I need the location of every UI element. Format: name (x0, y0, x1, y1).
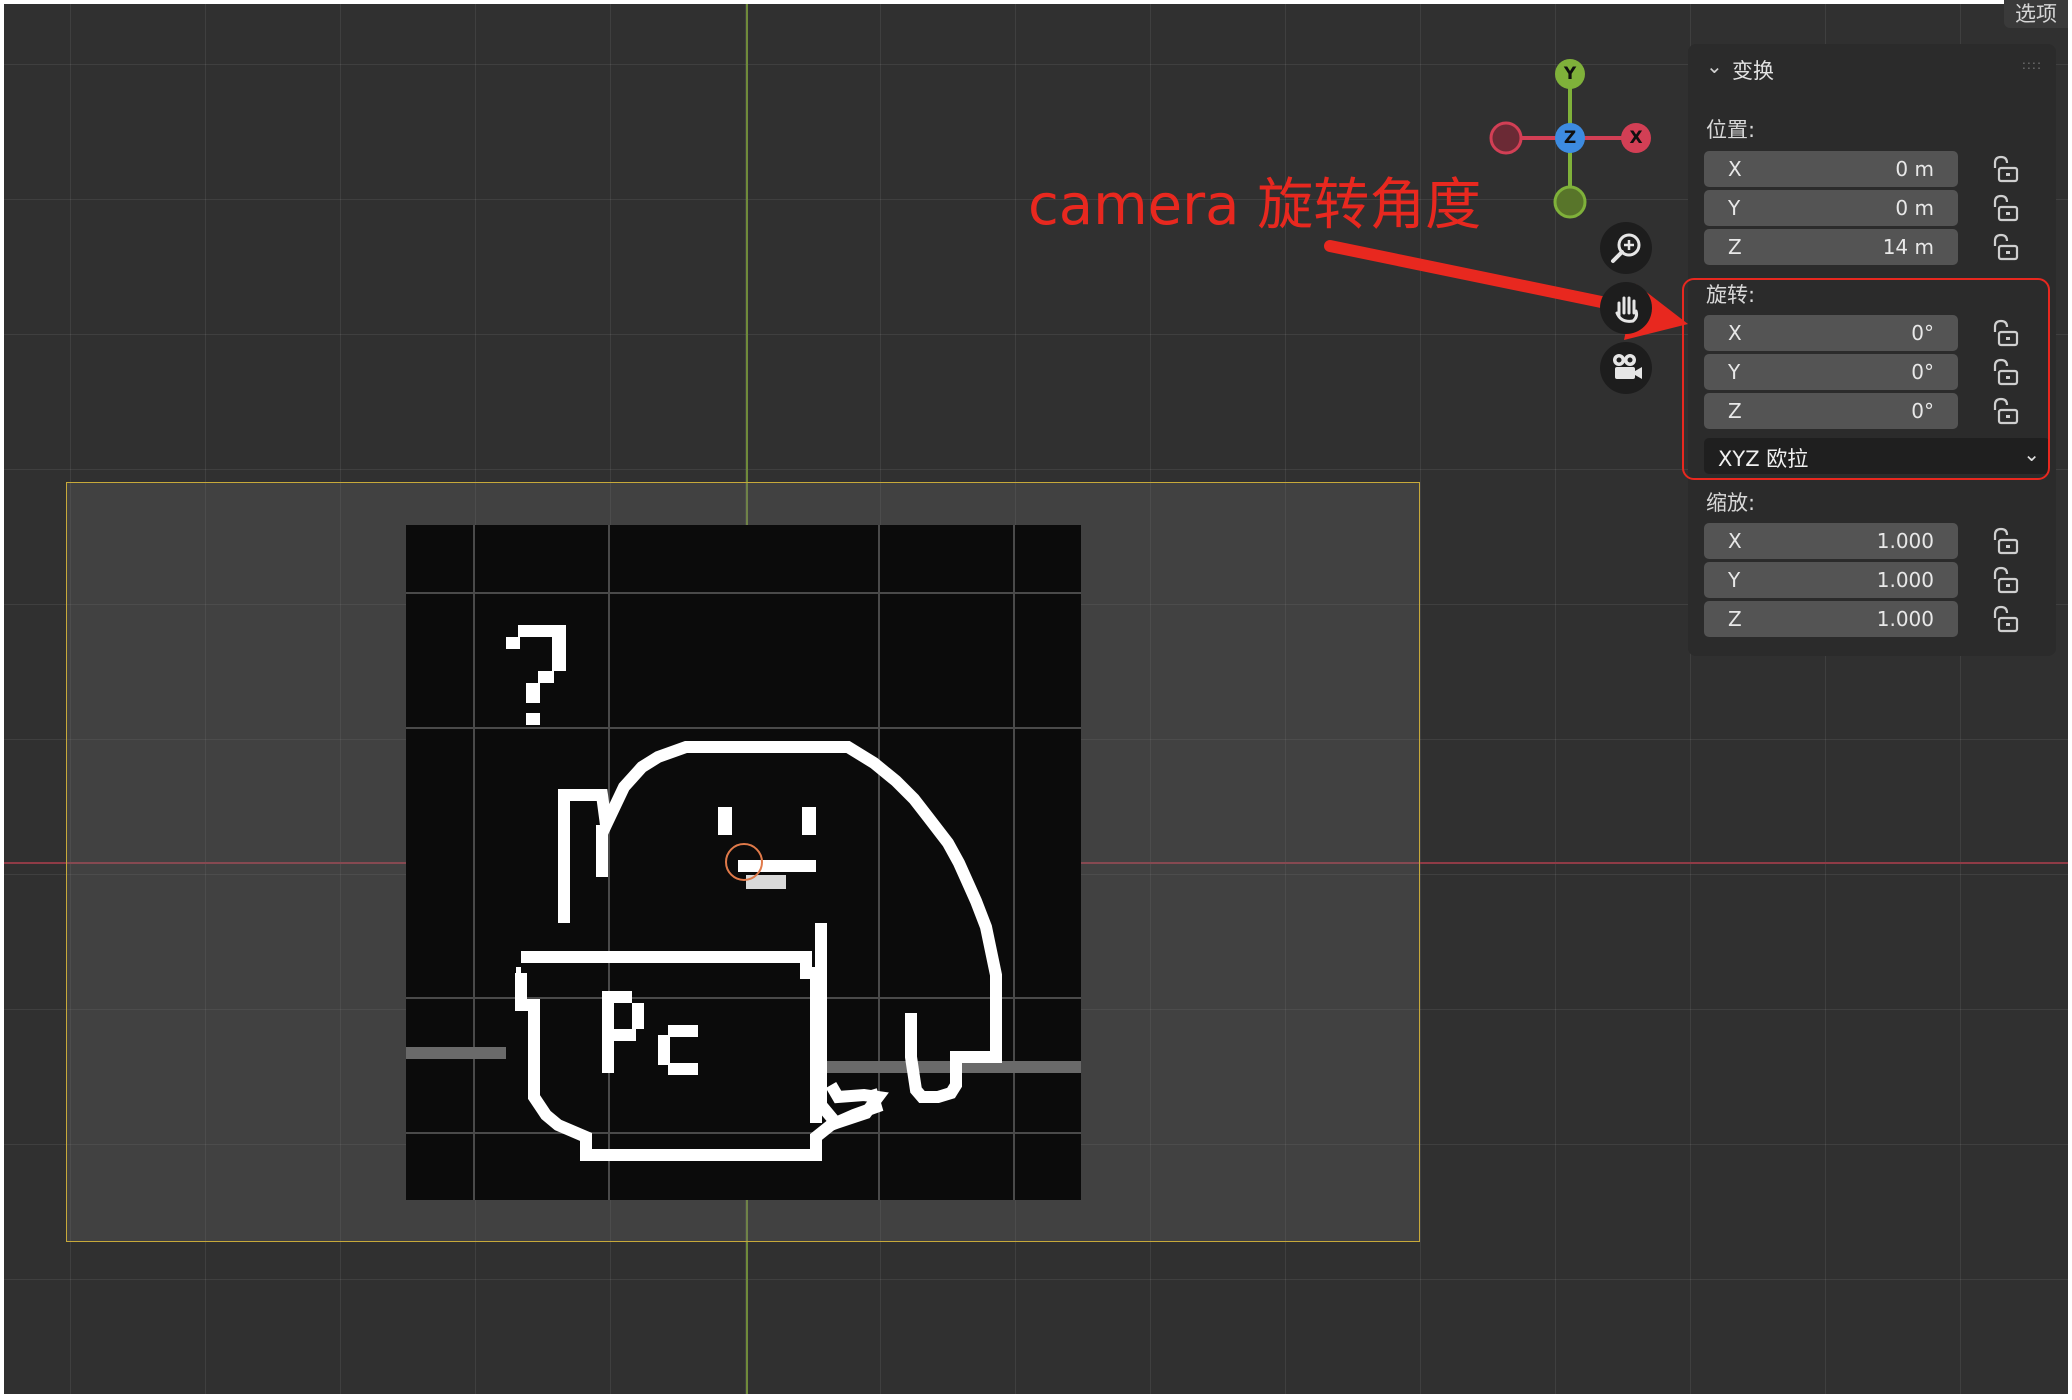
location-z-field[interactable]: Z 14 m (1704, 229, 1958, 265)
cup-letters (602, 991, 698, 1075)
rotation-mode-select[interactable]: XYZ 欧拉 ⌄ (1704, 438, 2050, 474)
transform-panel: ⌄ 变换 :::: 位置: X 0 m Y 0 m Z 14 m 旋转: X 0… (1688, 44, 2056, 656)
scale-y-field[interactable]: Y 1.000 (1704, 562, 1958, 598)
zoom-icon (1611, 233, 1641, 263)
chevron-down-icon: ⌄ (1706, 54, 1723, 78)
rotation-y-field[interactable]: Y 0° (1704, 354, 1958, 390)
rotation-z-field[interactable]: Z 0° (1704, 393, 1958, 429)
lock-icon[interactable] (1990, 526, 2020, 556)
scale-x-field[interactable]: X 1.000 (1704, 523, 1958, 559)
scale-label: 缩放: (1706, 491, 1756, 515)
lock-icon[interactable] (1990, 565, 2020, 595)
lock-icon[interactable] (1990, 604, 2020, 634)
camera-view-button[interactable] (1600, 342, 1652, 394)
location-y-field[interactable]: Y 0 m (1704, 190, 1958, 226)
lock-icon[interactable] (1990, 357, 2020, 387)
drag-handle-icon[interactable]: :::: (2022, 58, 2042, 72)
navigation-gizmo[interactable]: Y Z X (1480, 50, 1680, 230)
rotation-label: 旋转: (1706, 283, 1756, 307)
lock-icon[interactable] (1990, 154, 2020, 184)
options-tab[interactable]: 选项 (2004, 0, 2068, 28)
panel-title: 变换 (1732, 59, 1774, 83)
lock-icon[interactable] (1990, 318, 2020, 348)
zoom-button[interactable] (1600, 222, 1652, 274)
location-x-field[interactable]: X 0 m (1704, 151, 1958, 187)
pan-button[interactable] (1600, 282, 1652, 334)
gizmo-x-axis[interactable]: X (1621, 123, 1651, 153)
rotation-x-field[interactable]: X 0° (1704, 315, 1958, 351)
lock-icon[interactable] (1990, 396, 2020, 426)
location-label: 位置: (1706, 118, 1756, 142)
scale-z-field[interactable]: Z 1.000 (1704, 601, 1958, 637)
question-mark (506, 625, 566, 725)
cup-outline (515, 951, 884, 1161)
image-plane[interactable] (406, 525, 1081, 1200)
camera-icon (1613, 354, 1642, 379)
annotation-text: camera 旋转角度 (1028, 173, 1482, 238)
pixel-art-image (406, 525, 1081, 1200)
gizmo-y-axis[interactable]: Y (1555, 59, 1585, 89)
chevron-down-icon: ⌄ (2023, 442, 2040, 466)
hand-icon (1615, 296, 1639, 323)
panel-header[interactable]: ⌄ 变换 :::: (1688, 44, 2056, 92)
lock-icon[interactable] (1990, 232, 2020, 262)
lock-icon[interactable] (1990, 193, 2020, 223)
gizmo-z-axis[interactable]: Z (1555, 123, 1585, 153)
